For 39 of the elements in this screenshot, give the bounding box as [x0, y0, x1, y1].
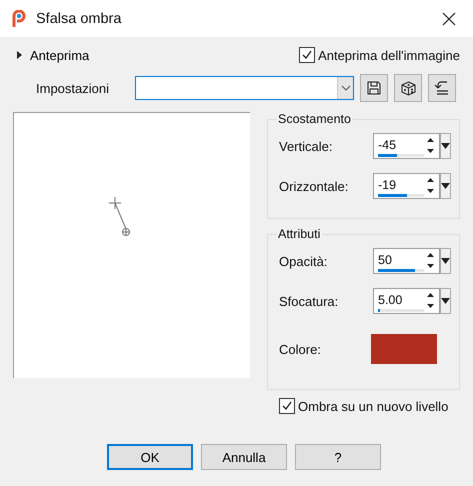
offset-drawing[interactable]	[108, 196, 132, 236]
check-icon	[281, 400, 293, 412]
checkbox[interactable]	[279, 398, 295, 414]
checkbox-label: Ombra su un nuovo livello	[298, 398, 448, 414]
checkbox[interactable]	[299, 47, 316, 63]
dropdown-button[interactable]	[440, 288, 451, 314]
dropdown-button[interactable]	[440, 133, 451, 159]
field-label: Sfocatura:	[278, 294, 338, 308]
window-title: Sfalsa ombra	[36, 10, 122, 26]
triangle-icon	[441, 298, 450, 304]
color-swatch[interactable]	[371, 334, 437, 364]
dialog-button[interactable]: OK	[107, 444, 193, 470]
caret-icon	[337, 77, 353, 99]
dropdown-button[interactable]	[440, 173, 451, 199]
dropdown-button[interactable]	[440, 248, 451, 274]
preview-toggle[interactable]: Anteprima	[13, 48, 90, 62]
field-label: Opacità:	[278, 254, 328, 268]
random-button[interactable]	[394, 74, 422, 102]
presets-dropdown[interactable]	[135, 76, 354, 100]
field-label: Colore:	[278, 342, 321, 356]
checkbox-label: Anteprima dell'immagine	[318, 48, 460, 62]
triangle-icon	[441, 258, 450, 264]
dialog-button[interactable]: Annulla	[201, 444, 287, 470]
floppy-icon	[367, 81, 381, 95]
presets-label: Impostazioni	[35, 80, 110, 96]
field-label: Orizzontale:	[278, 178, 348, 194]
undo-icon	[434, 81, 450, 95]
close-icon[interactable]	[442, 12, 456, 26]
check-icon	[301, 49, 314, 61]
reset-button[interactable]	[428, 74, 456, 102]
dice-icon	[400, 80, 416, 96]
triangle-icon	[441, 183, 450, 189]
group-title: Attributi	[277, 227, 322, 241]
field-label: Verticale:	[278, 138, 332, 154]
app-logo-icon	[11, 10, 27, 28]
save-button[interactable]	[360, 74, 388, 102]
triangle-icon	[441, 143, 450, 149]
dialog-button[interactable]: ?	[295, 444, 381, 470]
group-title: Scostamento	[277, 112, 352, 126]
